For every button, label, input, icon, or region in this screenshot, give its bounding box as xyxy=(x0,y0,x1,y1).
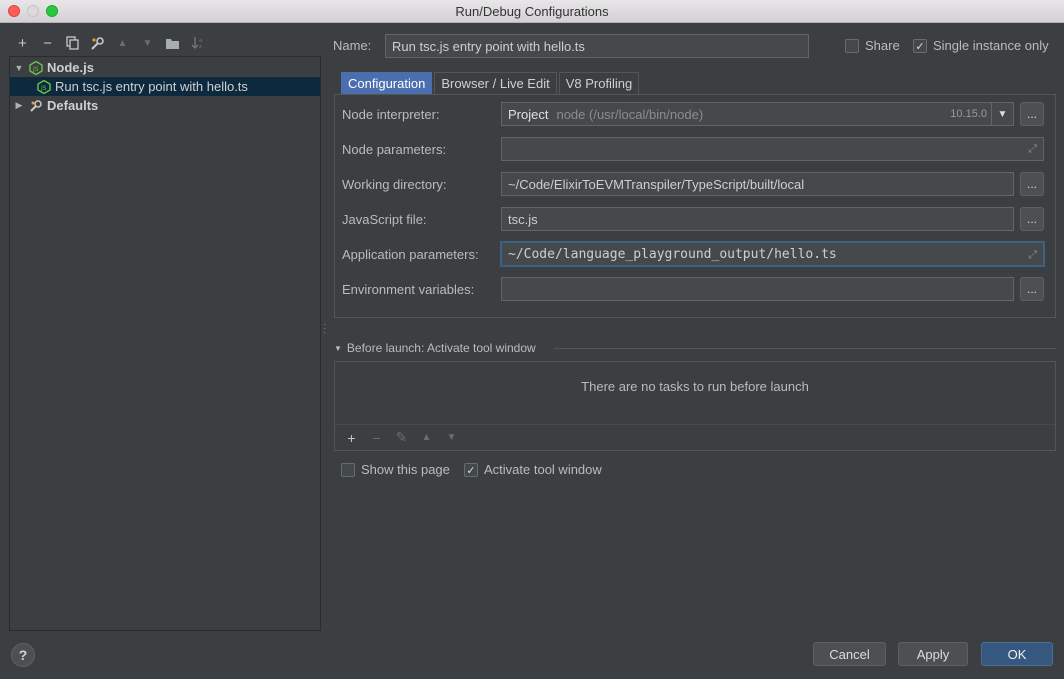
working-directory-browse-button[interactable]: ... xyxy=(1020,172,1044,196)
nodejs-icon: JS xyxy=(37,79,51,94)
add-task-icon[interactable]: + xyxy=(339,430,364,446)
tree-defaults-label: Defaults xyxy=(47,98,99,113)
app-params-label: Application parameters: xyxy=(342,247,479,262)
title-bar: Run/Debug Configurations xyxy=(0,0,1064,23)
share-label: Share xyxy=(865,38,900,53)
single-instance-label: Single instance only xyxy=(933,38,1049,53)
chevron-down-icon[interactable]: ▼ xyxy=(991,103,1013,125)
working-directory-label: Working directory: xyxy=(342,177,447,192)
before-launch-toolbar: + − ✎ ▲ ▼ xyxy=(335,424,1055,450)
app-params-value: ~/Code/language_playground_output/hello.… xyxy=(508,246,837,262)
window-title: Run/Debug Configurations xyxy=(455,4,609,19)
ok-button[interactable]: OK xyxy=(981,642,1053,666)
node-parameters-input[interactable]: ⤢ xyxy=(501,137,1044,161)
folder-icon[interactable] xyxy=(160,37,185,50)
interpreter-path: node (/usr/local/bin/node) xyxy=(556,106,704,122)
wrench-icon xyxy=(29,99,43,113)
move-task-down-icon: ▼ xyxy=(446,432,457,443)
expand-icon[interactable]: ⤢ xyxy=(1028,248,1037,262)
svg-text:JS: JS xyxy=(32,66,39,73)
tab-browser-live-edit[interactable]: Browser / Live Edit xyxy=(434,72,557,94)
copy-icon[interactable] xyxy=(60,36,85,50)
show-page-label: Show this page xyxy=(361,462,450,477)
nodejs-icon: JS xyxy=(29,60,43,75)
before-launch-list: There are no tasks to run before launch … xyxy=(334,361,1056,451)
svg-text:z: z xyxy=(199,44,202,50)
node-interpreter-select[interactable]: Project node (/usr/local/bin/node) 10.15… xyxy=(501,102,1014,126)
name-input[interactable]: Run tsc.js entry point with hello.ts xyxy=(385,34,809,58)
share-checkbox[interactable] xyxy=(845,39,859,53)
tree-item-run-config[interactable]: JS Run tsc.js entry point with hello.ts xyxy=(10,77,320,96)
tree-group-nodejs[interactable]: ▼ JS Node.js xyxy=(10,58,320,77)
wrench-icon[interactable] xyxy=(85,36,110,51)
before-launch-header[interactable]: ▼ Before launch: Activate tool window xyxy=(334,341,536,355)
interpreter-project: Project xyxy=(508,106,549,122)
collapse-arrow-icon[interactable]: ▼ xyxy=(334,344,342,353)
javascript-file-browse-button[interactable]: ... xyxy=(1020,207,1044,231)
edit-task-icon: ✎ xyxy=(395,429,408,445)
tab-bar: Configuration Browser / Live Edit V8 Pro… xyxy=(341,72,641,94)
name-label: Name: xyxy=(333,38,372,53)
help-button[interactable]: ? xyxy=(11,643,35,667)
empty-tasks-message: There are no tasks to run before launch xyxy=(581,379,809,394)
interpreter-browse-button[interactable]: ... xyxy=(1020,102,1044,126)
section-divider xyxy=(554,348,1056,349)
sort-alpha-icon[interactable]: az xyxy=(185,36,210,50)
activate-tool-window-checkbox[interactable]: ✓ xyxy=(464,463,478,477)
tree-group-defaults[interactable]: ▶ Defaults xyxy=(10,96,320,115)
env-vars-browse-button[interactable]: ... xyxy=(1020,277,1044,301)
tab-configuration[interactable]: Configuration xyxy=(341,72,433,94)
javascript-file-label: JavaScript file: xyxy=(342,212,427,227)
move-down-icon[interactable]: ▼ xyxy=(135,38,160,49)
tree-item-label: Run tsc.js entry point with hello.ts xyxy=(55,79,248,94)
move-task-up-icon: ▲ xyxy=(421,432,432,443)
add-icon[interactable]: + xyxy=(10,35,35,52)
cancel-button[interactable]: Cancel xyxy=(813,642,886,666)
svg-text:JS: JS xyxy=(40,85,47,92)
app-params-input[interactable]: ~/Code/language_playground_output/hello.… xyxy=(500,241,1045,267)
interpreter-version: 10.15.0 xyxy=(950,108,987,120)
show-page-checkbox[interactable] xyxy=(341,463,355,477)
working-directory-input[interactable]: ~/Code/ElixirToEVMTranspiler/TypeScript/… xyxy=(501,172,1014,196)
env-vars-input[interactable] xyxy=(501,277,1014,301)
node-interpreter-label: Node interpreter: xyxy=(342,107,440,122)
before-launch-title: Before launch: Activate tool window xyxy=(346,341,536,355)
expand-arrow-icon[interactable]: ▼ xyxy=(13,63,25,73)
move-up-icon[interactable]: ▲ xyxy=(110,38,135,49)
remove-task-icon: − xyxy=(372,429,381,446)
config-toolbar: + − ▲ ▼ az xyxy=(10,33,210,53)
remove-icon[interactable]: − xyxy=(35,35,60,52)
activate-tool-window-label: Activate tool window xyxy=(484,462,602,477)
tab-v8-profiling[interactable]: V8 Profiling xyxy=(558,72,640,94)
tree-group-label: Node.js xyxy=(47,60,94,75)
env-vars-label: Environment variables: xyxy=(342,282,475,297)
apply-button[interactable]: Apply xyxy=(898,642,968,666)
splitter-handle[interactable]: · · · xyxy=(323,320,326,338)
expand-icon[interactable]: ⤢ xyxy=(1028,143,1037,156)
config-tree: ▼ JS Node.js JS Run tsc.js entry point w… xyxy=(9,56,321,631)
node-parameters-label: Node parameters: xyxy=(342,142,447,157)
collapse-arrow-icon[interactable]: ▶ xyxy=(13,100,25,111)
javascript-file-input[interactable]: tsc.js xyxy=(501,207,1014,231)
single-instance-checkbox[interactable]: ✓ xyxy=(913,39,927,53)
